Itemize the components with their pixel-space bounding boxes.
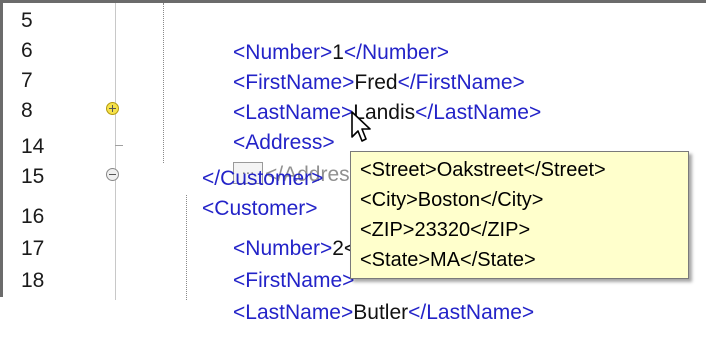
tooltip-line: <Street>Oakstreet</Street> — [360, 159, 606, 181]
line-number: 17 — [21, 237, 45, 260]
fold-end-marker — [115, 145, 123, 146]
code-line[interactable]: 7 <LastName>Landis</LastName> — [3, 65, 706, 124]
line-number: 14 — [21, 135, 45, 158]
line-number: 16 — [21, 205, 45, 228]
collapsed-content-tooltip: <Street>Oakstreet</Street> <City>Boston<… — [350, 151, 689, 279]
line-number: 7 — [21, 69, 33, 92]
minus-circle-icon[interactable] — [106, 168, 119, 181]
tooltip-line: <ZIP>23320</ZIP> — [360, 219, 531, 241]
line-number: 15 — [21, 165, 45, 188]
xml-close-tag: </LastName> — [408, 301, 535, 324]
line-number: 5 — [21, 9, 33, 32]
arrow-cursor-icon — [351, 111, 371, 142]
line-number: 6 — [21, 39, 33, 62]
tooltip-line: <City>Boston</City> — [360, 189, 544, 211]
line-number: 18 — [21, 269, 45, 292]
code-line[interactable]: 5 <Number>1</Number> — [3, 5, 706, 64]
line-number: 8 — [21, 99, 33, 122]
plus-circle-icon[interactable] — [106, 102, 119, 115]
xml-open-tag: <LastName> — [233, 301, 354, 324]
tooltip-line: <State>MA</State> — [360, 249, 536, 271]
code-line[interactable]: 6 <FirstName>Fred</FirstName> — [3, 35, 706, 94]
xml-text-editor[interactable]: 5 <Number>1</Number> 6 <FirstName>Fred</… — [0, 0, 706, 324]
xml-value: Butler — [353, 301, 409, 324]
